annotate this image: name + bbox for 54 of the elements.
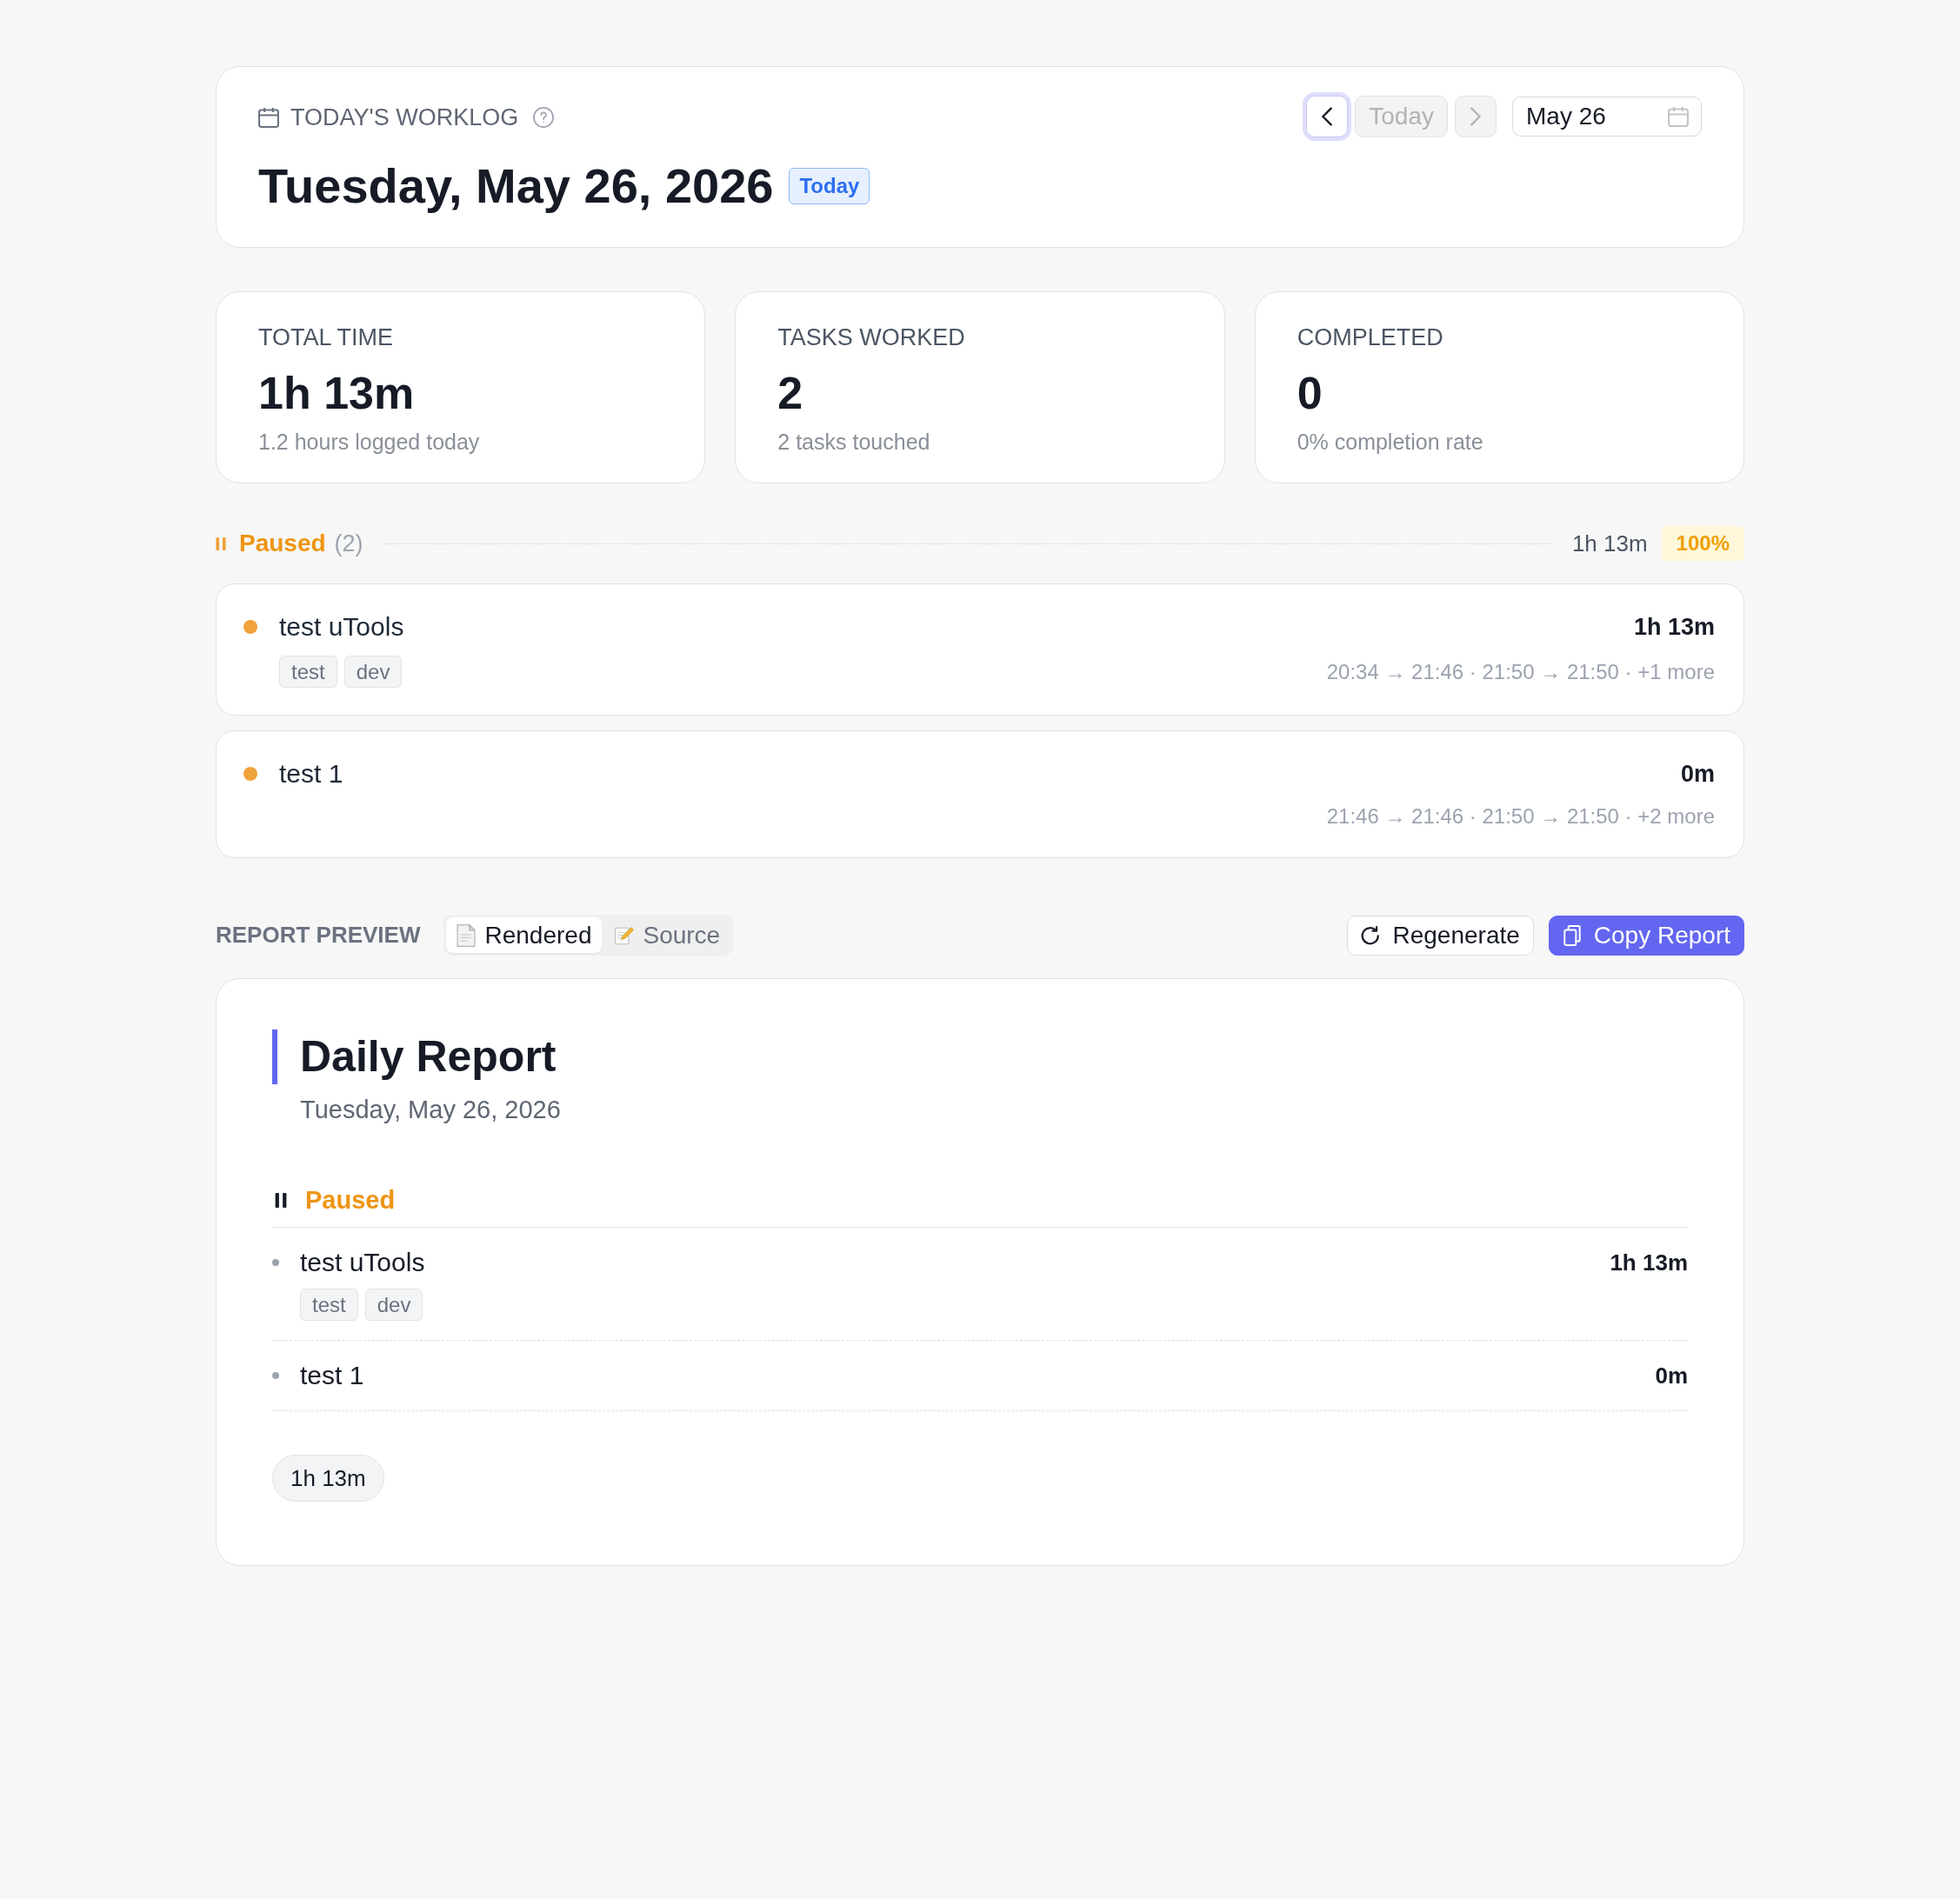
pause-icon (275, 1192, 287, 1208)
date-field[interactable]: May 26 (1512, 97, 1702, 137)
section-heading: Paused (305, 1185, 396, 1215)
stat-value: 2 (777, 367, 804, 420)
status-dot (243, 767, 257, 781)
date-heading: Tuesday, May 26, 2026 (258, 158, 774, 214)
group-total-time: 1h 13m (1571, 530, 1648, 557)
help-icon (533, 107, 555, 128)
worklog-label: TODAY'S WORKLOG (290, 103, 519, 131)
percentage-badge: 100% (1661, 526, 1744, 561)
status-label: Paused (239, 530, 326, 557)
task-title: test uTools (279, 612, 404, 642)
task-title: test 1 (279, 759, 343, 789)
page-icon (457, 923, 477, 947)
bullet-icon (272, 1372, 279, 1379)
calendar-icon (258, 107, 279, 128)
item-title: test uTools (300, 1248, 425, 1277)
chevron-right-icon (1470, 107, 1481, 126)
chevron-left-icon (1322, 107, 1333, 126)
stat-value: 1h 13m (258, 367, 416, 420)
view-tab[interactable]: Source (604, 917, 731, 953)
refresh-icon (1361, 924, 1381, 946)
calendar-icon (1668, 106, 1689, 127)
stat-label: COMPLETED (1297, 323, 1444, 352)
tag: dev (364, 1289, 423, 1321)
stat-note: 2 tasks touched (777, 429, 931, 456)
report-preview-label: REPORT PREVIEW (216, 922, 421, 949)
copy-report-button[interactable]: Copy Report (1548, 915, 1744, 956)
task-duration: 1h 13m (1633, 613, 1715, 641)
item-title: test 1 (300, 1361, 364, 1390)
tag: test (279, 656, 337, 688)
time-ranges: 20:34 → 21:46 · 21:50 → 21:50 · +1 more (1326, 658, 1715, 685)
item-duration: 0m (1655, 1362, 1688, 1389)
task-duration: 0m (1680, 760, 1715, 788)
total-time-pill: 1h 13m (272, 1455, 384, 1502)
stat-label: TASKS WORKED (777, 323, 966, 352)
stat-label: TOTAL TIME (258, 323, 395, 352)
task-count: (2) (334, 530, 363, 557)
today-badge: Today (789, 168, 870, 204)
item-duration: 1h 13m (1610, 1249, 1688, 1276)
tag: dev (343, 656, 403, 688)
tag: test (300, 1289, 358, 1321)
view-tab[interactable]: Rendered (446, 917, 603, 953)
stat-value: 0 (1297, 367, 1323, 420)
time-ranges: 21:46 → 21:46 · 21:50 → 21:50 · +2 more (1326, 803, 1715, 830)
report-date: Tuesday, May 26, 2026 (300, 1095, 562, 1125)
stat-note: 0% completion rate (1297, 429, 1484, 456)
report-title: Daily Report (272, 1029, 1688, 1084)
pause-icon (216, 536, 226, 550)
stat-note: 1.2 hours logged today (258, 429, 481, 456)
bullet-icon (272, 1259, 279, 1266)
regenerate-button[interactable]: Regenerate (1347, 915, 1534, 956)
copy-icon (1562, 924, 1582, 946)
status-dot (243, 620, 257, 634)
